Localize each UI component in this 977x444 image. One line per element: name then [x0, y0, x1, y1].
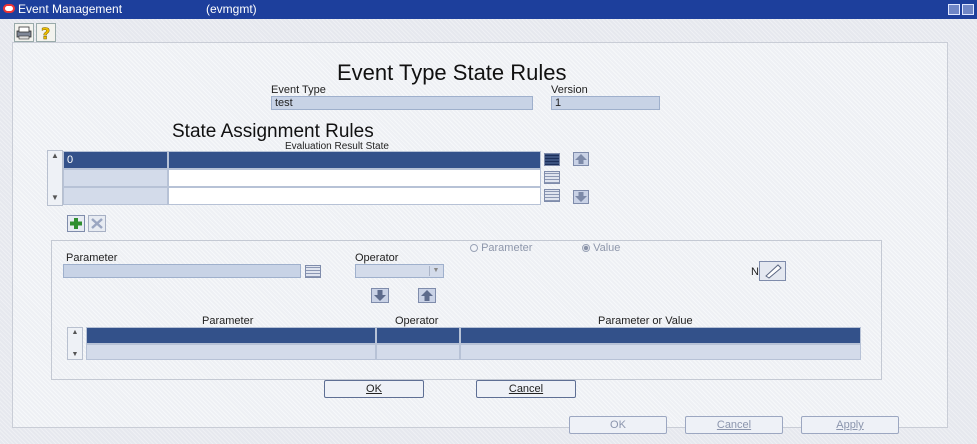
version-label: Version — [551, 84, 588, 96]
radio-value-label: Value — [593, 242, 621, 254]
rule-state-cell[interactable] — [168, 169, 541, 187]
column-header-operator: Operator — [395, 315, 439, 327]
rule-value-cell[interactable]: 0 — [63, 151, 168, 169]
app-icon — [3, 4, 15, 13]
radio-parameter[interactable]: Parameter — [470, 242, 532, 254]
operator-select[interactable]: ▼ — [355, 264, 444, 278]
condition-row-parameter[interactable] — [86, 344, 376, 360]
add-button[interactable] — [67, 215, 85, 232]
help-icon[interactable]: ? — [36, 23, 56, 43]
add-condition-down-button[interactable] — [371, 288, 389, 303]
operator-label: Operator — [355, 252, 399, 264]
maximize-button[interactable] — [948, 4, 960, 15]
event-type-label: Event Type — [271, 84, 326, 96]
radio-value[interactable]: Value — [582, 242, 620, 254]
footer-apply-label: Apply — [836, 419, 864, 431]
condition-row-value[interactable] — [460, 327, 861, 344]
footer-apply-button[interactable]: Apply — [801, 416, 899, 434]
parameter-lov-button[interactable] — [305, 265, 321, 278]
window-title: Event Management — [18, 2, 123, 16]
arrow-down-icon — [575, 192, 587, 202]
rule-value-cell[interactable] — [63, 169, 168, 187]
section-title: State Assignment Rules — [172, 121, 374, 142]
svg-text:?: ? — [41, 24, 50, 41]
arrow-down-icon — [374, 290, 386, 301]
arrow-up-icon — [575, 154, 587, 164]
version-field[interactable]: 1 — [551, 96, 660, 110]
remove-condition-up-button[interactable] — [418, 288, 436, 303]
edit-button[interactable] — [759, 261, 786, 281]
condition-row-operator[interactable] — [376, 327, 460, 344]
footer-cancel-button[interactable]: Cancel — [685, 416, 783, 434]
ok-button-label: OK — [366, 383, 382, 395]
list-of-values-button[interactable] — [544, 189, 560, 202]
title-bar: Event Management (evmgmt) — [0, 0, 977, 19]
cancel-button[interactable]: Cancel — [476, 380, 576, 398]
condition-row-value[interactable] — [460, 344, 861, 360]
cancel-button-label: Cancel — [508, 383, 544, 395]
n-label: N — [751, 266, 759, 278]
parameter-field[interactable] — [63, 264, 301, 278]
ok-button[interactable]: OK — [324, 380, 424, 398]
event-type-field[interactable]: test — [271, 96, 533, 110]
close-window-button[interactable] — [962, 4, 974, 15]
condition-row-operator[interactable] — [376, 344, 460, 360]
window-subtitle: (evmgmt) — [206, 2, 257, 16]
printer-icon[interactable] — [14, 23, 34, 42]
move-down-button[interactable] — [573, 190, 589, 204]
column-header-parameter: Parameter — [202, 315, 254, 327]
page-title: Event Type State Rules — [337, 60, 567, 85]
add-icon — [70, 218, 82, 229]
column-header-parameter-or-value: Parameter or Value — [598, 315, 693, 327]
condition-scrollbar[interactable]: ▲ ▼ — [67, 327, 83, 360]
move-up-button[interactable] — [573, 152, 589, 166]
delete-button[interactable] — [88, 215, 106, 232]
pencil-icon — [765, 264, 782, 279]
arrow-up-icon — [421, 290, 433, 301]
parameter-label: Parameter — [66, 252, 118, 264]
rules-scrollbar[interactable]: ▲ ▼ — [47, 150, 63, 206]
footer-cancel-label: Cancel — [716, 419, 752, 431]
footer-ok-label: OK — [610, 419, 626, 431]
rule-state-cell[interactable] — [168, 151, 541, 169]
radio-parameter-label: Parameter — [481, 242, 533, 254]
rule-state-cell[interactable] — [168, 187, 541, 205]
footer-ok-button[interactable]: OK — [569, 416, 667, 434]
condition-row-parameter[interactable] — [86, 327, 376, 344]
list-of-values-button[interactable] — [544, 153, 560, 166]
list-of-values-button[interactable] — [544, 171, 560, 184]
rule-value-cell[interactable] — [63, 187, 168, 205]
chevron-down-icon: ▼ — [429, 266, 442, 276]
delete-icon — [91, 218, 103, 229]
